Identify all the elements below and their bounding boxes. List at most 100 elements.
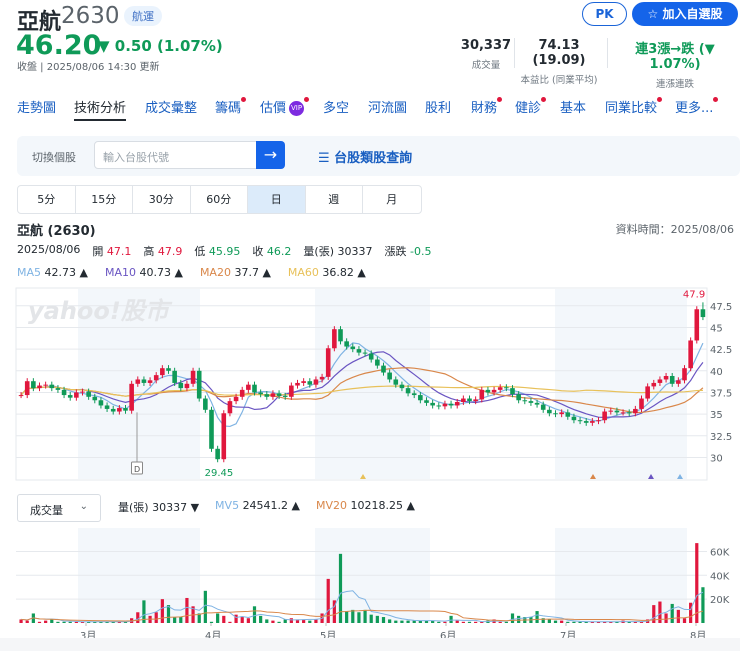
candle-body — [485, 389, 491, 393]
volume-tick-label: 20K — [710, 595, 730, 606]
volume-bar — [351, 609, 355, 623]
high-label: 高 — [143, 245, 155, 258]
candle-body — [381, 365, 386, 373]
high-value: 47.9 — [157, 245, 183, 258]
tab-8[interactable]: 財務 — [471, 97, 503, 116]
candle-body — [565, 412, 571, 417]
mv20-value: 10218.25 ▲ — [350, 499, 415, 512]
yahoo-watermark: yahoo!股市 — [28, 297, 173, 325]
mv5-value: 24541.2 ▲ — [242, 499, 301, 512]
volume-bar — [363, 609, 367, 623]
tab-9[interactable]: 健診 — [515, 97, 547, 116]
chevron-down-icon: ⌄ — [79, 501, 88, 512]
stat-pe: 74.13 (19.09) 本益比 (同業平均) — [518, 38, 600, 86]
period-3[interactable]: 60分 — [191, 186, 248, 213]
period-5[interactable]: 週 — [306, 186, 363, 213]
tab-2[interactable]: 成交彙整 — [145, 97, 197, 116]
candle-body — [221, 413, 227, 460]
volume-bar — [676, 609, 680, 623]
period-0[interactable]: 5分 — [18, 186, 76, 213]
candle-body — [313, 379, 319, 385]
industry-tag[interactable]: 航運 — [124, 6, 162, 26]
volume-bar — [535, 611, 539, 623]
tab-6[interactable]: 河流圖 — [368, 97, 407, 116]
low-label: 29.45 — [205, 468, 234, 479]
candle-body — [510, 388, 515, 395]
candle-body — [454, 402, 460, 406]
volume-bar — [259, 615, 263, 623]
divider — [514, 38, 515, 68]
ma-legend-item: MA10 40.73 ▲ — [105, 266, 183, 279]
tab-0[interactable]: 走勢圖 — [17, 97, 56, 116]
volume-bar — [357, 612, 361, 623]
volume-value: 30337 — [337, 245, 373, 258]
vip-badge: VIP — [289, 97, 310, 116]
tab-11[interactable]: 同業比較 — [605, 97, 663, 116]
pk-button[interactable]: PK — [582, 2, 627, 26]
volume-bar — [461, 621, 465, 623]
volume-bar — [56, 621, 60, 623]
data-time: 資料時間：2025/08/06 — [615, 223, 734, 236]
candle-body — [399, 384, 405, 389]
stock-code-input[interactable]: 輸入台股代號 — [94, 141, 257, 169]
volume-bar — [271, 620, 275, 623]
category-query-link[interactable]: ☰ 台股類股查詢 — [318, 147, 412, 166]
tab-label: 多空 — [323, 101, 350, 116]
volume-bar — [166, 605, 171, 623]
candle-body — [24, 381, 30, 396]
stat-value: 74.13 (19.09) — [532, 38, 586, 68]
price-tick-label: 37.5 — [710, 388, 732, 399]
candle-body — [166, 368, 171, 371]
tab-7[interactable]: 股利 — [425, 97, 451, 116]
tab-4[interactable]: 估價 VIP — [260, 97, 310, 116]
arrow-right-icon[interactable]: → — [256, 141, 285, 169]
volume-bar — [289, 618, 293, 623]
candle-body — [540, 404, 546, 410]
ma-legend-item: MA5 42.73 ▲ — [17, 266, 88, 279]
candle-body — [49, 384, 55, 389]
volume-chart[interactable]: 20K40K60K3月 4月 5月 6月 7月 8月 — [0, 528, 740, 651]
tab-3[interactable]: 籌碼 — [215, 97, 247, 116]
volume-bar — [228, 621, 232, 623]
ma-value: 42.73 ▲ — [44, 266, 88, 279]
tab-1[interactable]: 技術分析 — [74, 97, 126, 116]
candle-body — [264, 394, 270, 397]
period-1[interactable]: 15分 — [76, 186, 133, 213]
tab-5[interactable]: 多空 — [323, 97, 349, 116]
candle-body — [633, 408, 638, 414]
volume-bar — [246, 618, 250, 623]
candle-body — [491, 389, 497, 393]
candlestick-chart[interactable]: 30 32.5 35 37.5 40 42.5 45 47.5 yahoo!股市 47.9 29.4… — [0, 285, 740, 485]
ma-legend-item: MA60 36.82 ▲ — [288, 266, 366, 279]
period-6[interactable]: 月 — [363, 186, 421, 213]
add-watchlist-button[interactable]: ☆ 加入自選股 — [632, 2, 738, 26]
tab-12[interactable]: 更多... — [675, 97, 719, 116]
candle-body — [620, 412, 626, 414]
period-2[interactable]: 30分 — [133, 186, 191, 213]
candle-body — [209, 409, 214, 449]
candle-body — [424, 400, 429, 403]
tab-10[interactable]: 基本 — [560, 97, 586, 116]
volume-label: 量(張) — [303, 245, 334, 258]
volume-bar — [443, 621, 447, 623]
high-label: 47.9 — [683, 289, 705, 300]
candle-body — [590, 421, 595, 423]
ma-value: 37.7 ▲ — [234, 266, 271, 279]
volume-bar — [474, 621, 478, 623]
candle-body — [252, 384, 257, 393]
mv20-label: MV20 — [316, 499, 348, 512]
month-band — [315, 289, 430, 479]
candle-body — [141, 379, 147, 383]
notification-dot — [657, 97, 663, 102]
candle-body — [700, 309, 706, 318]
candle-body — [583, 421, 589, 423]
volume-bar — [252, 606, 257, 623]
period-4[interactable]: 日 — [248, 186, 306, 213]
stat-label: 連漲連跌 — [655, 79, 694, 90]
volume-bar — [566, 621, 570, 623]
volume-tick-label: 40K — [710, 571, 730, 582]
candle-body — [110, 408, 116, 412]
volume-bar — [240, 617, 244, 623]
indicator-dropdown[interactable]: 成交量 ⌄ — [17, 494, 101, 522]
tab-label: 技術分析 — [74, 101, 127, 116]
